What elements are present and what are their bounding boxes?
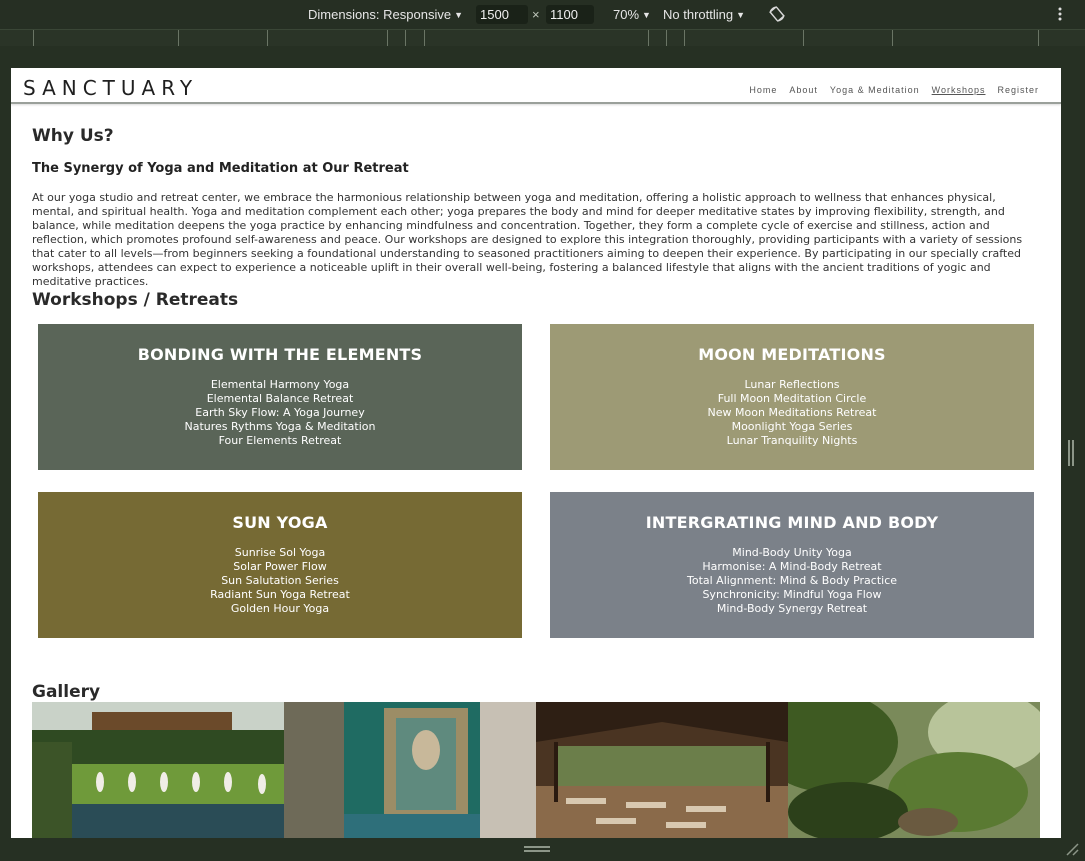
nav-yoga-meditation[interactable]: Yoga & Meditation [830, 85, 920, 95]
list-item: Elemental Balance Retreat [206, 392, 354, 405]
height-input[interactable]: 1100 [546, 5, 594, 24]
list-item: Harmonise: A Mind-Body Retreat [702, 560, 882, 573]
rotate-icon[interactable] [768, 5, 786, 23]
workshop-card-mind-body[interactable]: INTERGRATING MIND AND BODY Mind-Body Uni… [550, 492, 1034, 638]
page-viewport: SANCTUARY Home About Yoga & Meditation W… [11, 68, 1061, 838]
workshop-card-moon[interactable]: MOON MEDITATIONS Lunar Reflections Full … [550, 324, 1034, 470]
workshops-heading: Workshops / Retreats [32, 290, 239, 310]
resize-handle-bottom[interactable] [524, 846, 550, 852]
list-item: Sunrise Sol Yoga [234, 546, 326, 559]
card-list: Sunrise Sol Yoga Solar Power Flow Sun Sa… [38, 546, 522, 616]
list-item: Solar Power Flow [233, 560, 327, 573]
why-us-heading: Why Us? [32, 126, 114, 146]
yoga-pavilion-photo[interactable] [536, 702, 788, 838]
list-item: Full Moon Meditation Circle [717, 392, 867, 405]
site-header: SANCTUARY Home About Yoga & Meditation W… [11, 68, 1061, 104]
nav-about[interactable]: About [789, 85, 818, 95]
dimensions-label: Dimensions: Responsive [308, 7, 452, 22]
synergy-subheading: The Synergy of Yoga and Meditation at Ou… [32, 161, 409, 176]
list-item: Four Elements Retreat [218, 434, 342, 447]
card-title: SUN YOGA [232, 513, 328, 532]
workshop-card-sun[interactable]: SUN YOGA Sunrise Sol Yoga Solar Power Fl… [38, 492, 522, 638]
caret-down-icon: ▼ [454, 10, 463, 20]
caret-down-icon: ▼ [642, 10, 651, 20]
list-item: Earth Sky Flow: A Yoga Journey [195, 406, 365, 419]
nav-workshops[interactable]: Workshops [932, 85, 986, 95]
list-item: Natures Rythms Yoga & Meditation [184, 420, 376, 433]
resize-handle-right[interactable] [1068, 440, 1074, 466]
workshop-card-elements[interactable]: BONDING WITH THE ELEMENTS Elemental Harm… [38, 324, 522, 470]
card-title: MOON MEDITATIONS [698, 345, 886, 364]
gallery-strip [32, 702, 1040, 838]
list-item: Total Alignment: Mind & Body Practice [686, 574, 898, 587]
main-nav: Home About Yoga & Meditation Workshops R… [749, 85, 1039, 95]
gallery-heading: Gallery [32, 682, 101, 702]
list-item: Elemental Harmony Yoga [210, 378, 350, 391]
card-title: BONDING WITH THE ELEMENTS [137, 345, 423, 364]
width-input[interactable]: 1500 [476, 5, 528, 24]
nav-register[interactable]: Register [997, 85, 1039, 95]
resize-corner-icon[interactable] [1064, 841, 1080, 857]
times-sign: × [532, 7, 540, 22]
throttling-dropdown[interactable]: No throttling ▼ [663, 7, 745, 22]
list-item: Lunar Tranquility Nights [726, 434, 858, 447]
nav-home[interactable]: Home [749, 85, 777, 95]
list-item: Golden Hour Yoga [230, 602, 330, 615]
garden-yoga-photo[interactable] [32, 702, 284, 838]
throttling-label: No throttling [663, 7, 734, 22]
card-list: Elemental Harmony Yoga Elemental Balance… [38, 378, 522, 448]
toolbar-spacer [0, 46, 1085, 68]
why-us-paragraph: At our yoga studio and retreat center, w… [32, 191, 1023, 288]
caret-down-icon: ▼ [736, 10, 746, 20]
list-item: Sun Salutation Series [221, 574, 339, 587]
list-item: Lunar Reflections [744, 378, 840, 391]
list-item: New Moon Meditations Retreat [707, 406, 877, 419]
list-item: Mind-Body Synergy Retreat [716, 602, 868, 615]
jungle-foliage-photo[interactable] [788, 702, 1040, 838]
more-options-icon[interactable] [1055, 6, 1065, 22]
devtools-toolbar: Dimensions: Responsive ▼ 1500 × 1100 70% ▼… [0, 0, 1085, 29]
list-item: Radiant Sun Yoga Retreat [210, 588, 350, 601]
card-list: Mind-Body Unity Yoga Harmonise: A Mind-B… [550, 546, 1034, 616]
zoom-label: 70% [613, 7, 640, 22]
temple-statue-photo[interactable] [284, 702, 536, 838]
site-logo[interactable]: SANCTUARY [23, 76, 198, 100]
media-query-ruler [0, 29, 1085, 46]
list-item: Moonlight Yoga Series [731, 420, 853, 433]
zoom-dropdown[interactable]: 70% ▼ [613, 7, 651, 22]
list-item: Synchronicity: Mindful Yoga Flow [702, 588, 882, 601]
list-item: Mind-Body Unity Yoga [732, 546, 852, 559]
card-list: Lunar Reflections Full Moon Meditation C… [550, 378, 1034, 448]
card-title: INTERGRATING MIND AND BODY [645, 513, 939, 532]
dimensions-dropdown[interactable]: Dimensions: Responsive ▼ [308, 7, 463, 22]
